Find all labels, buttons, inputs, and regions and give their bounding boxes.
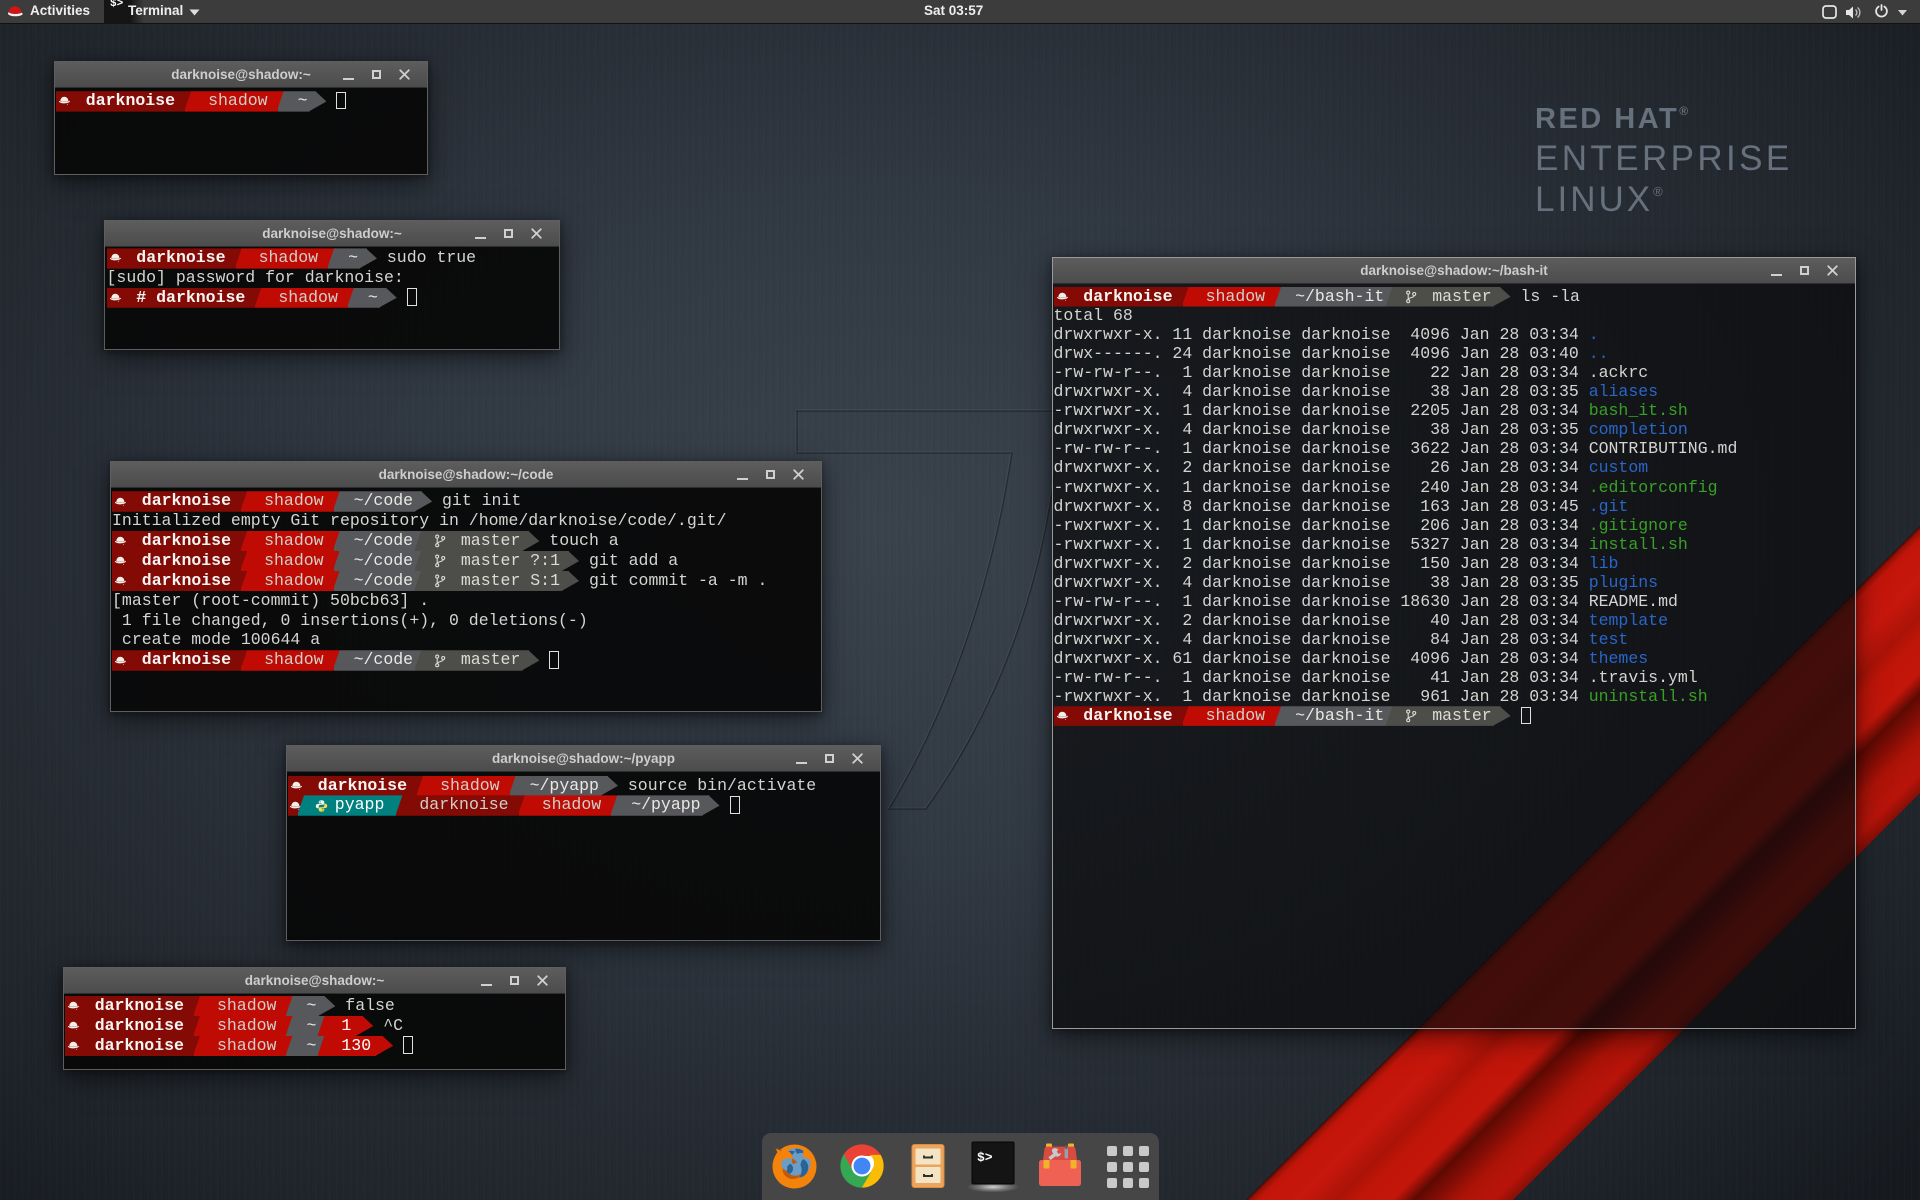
svg-text:$>: $> [977, 1150, 993, 1165]
